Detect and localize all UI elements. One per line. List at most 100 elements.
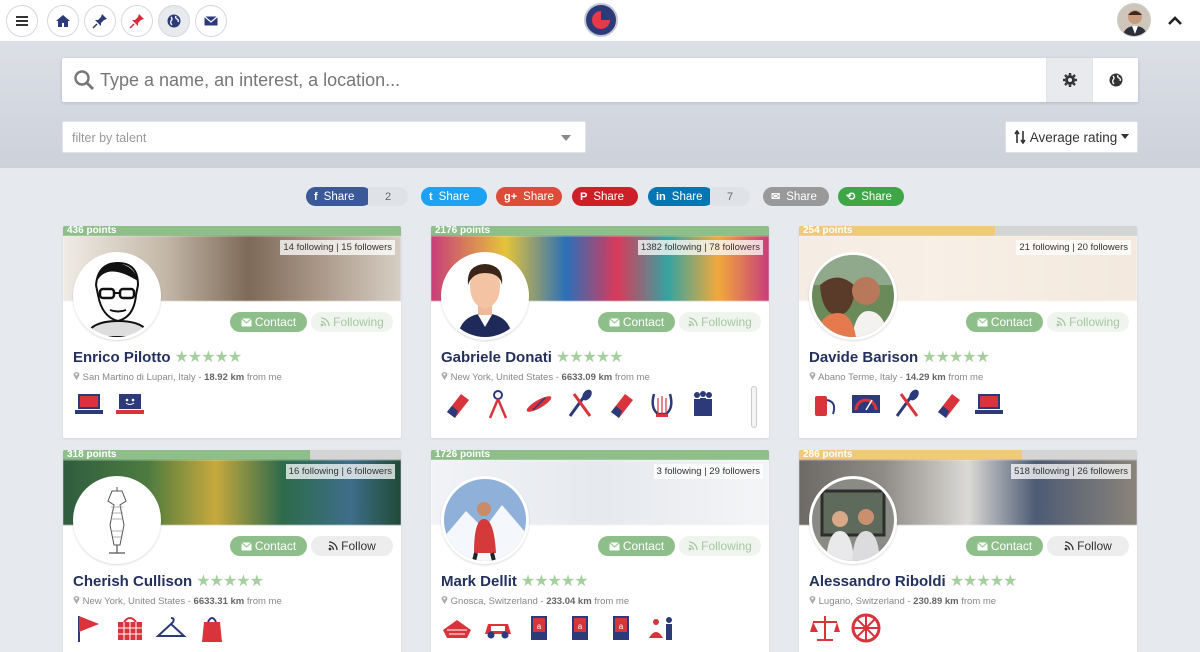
- pin-red-icon: [129, 14, 144, 29]
- home-button[interactable]: [47, 5, 79, 37]
- pinned-button[interactable]: [84, 5, 116, 37]
- twitter-icon: t: [429, 190, 433, 203]
- profile-name-row: Mark Dellit ★★★★★: [441, 571, 589, 591]
- points-progress-bar: 1726 points: [431, 450, 769, 460]
- location-distance: 230.89 km: [913, 596, 959, 607]
- meditation-icon: [646, 612, 678, 644]
- user-avatar-image: [1118, 4, 1150, 36]
- googleplus-icon: g+: [504, 190, 518, 203]
- chevron-up-icon[interactable]: [1166, 12, 1184, 30]
- pinned-red-button[interactable]: [121, 5, 153, 37]
- follow-stats[interactable]: 14 following | 15 followers: [280, 240, 395, 255]
- talent-list: aaa: [441, 612, 678, 644]
- map-marker-icon: [73, 596, 80, 604]
- eraser-icon: [605, 388, 637, 420]
- messages-button[interactable]: [195, 5, 227, 37]
- profile-name[interactable]: Cherish Cullison: [73, 573, 192, 590]
- share-linkedin-button[interactable]: in Share: [648, 187, 714, 206]
- bag-icon: [196, 612, 228, 644]
- location-place: Gnosca, Switzerland -: [450, 596, 547, 607]
- profile-location: Abano Terme, Italy - 14.29 km from me: [809, 371, 983, 383]
- rooftop-icon: [441, 612, 473, 644]
- share-linkedin-count: 7: [710, 187, 750, 206]
- user-avatar[interactable]: [1117, 3, 1151, 37]
- map-marker-icon: [809, 372, 816, 380]
- location-distance: 233.04 km: [546, 596, 592, 607]
- profile-card[interactable]: 318 points 16 following | 6 followers Co…: [63, 450, 401, 652]
- following-button[interactable]: Following: [311, 312, 393, 332]
- svg-text:a: a: [537, 622, 542, 631]
- rating-stars: ★★★★★: [922, 349, 990, 366]
- location-button[interactable]: [1092, 58, 1138, 102]
- search-input[interactable]: [100, 58, 1040, 102]
- profile-name[interactable]: Davide Barison: [809, 349, 918, 366]
- follow-stats[interactable]: 3 following | 29 followers: [653, 464, 763, 479]
- talent-scrollbar[interactable]: [751, 386, 757, 428]
- wheel-icon: [850, 612, 882, 644]
- profile-card[interactable]: 286 points 518 following | 26 followers …: [799, 450, 1137, 652]
- follow-button[interactable]: Follow: [311, 536, 393, 556]
- location-distance: 6633.31 km: [193, 596, 245, 607]
- contact-button[interactable]: Contact: [598, 536, 675, 556]
- menu-icon: [16, 16, 28, 26]
- profile-avatar[interactable]: [809, 476, 897, 564]
- follow-button[interactable]: Follow: [1047, 536, 1129, 556]
- share-twitter-label: Share: [438, 190, 470, 203]
- laptop-icon: [73, 388, 105, 420]
- envelope-icon: [608, 541, 620, 550]
- follow-stats[interactable]: 21 following | 20 followers: [1016, 240, 1131, 255]
- profile-card[interactable]: 254 points 21 following | 20 followers C…: [799, 226, 1137, 438]
- profile-avatar[interactable]: [809, 252, 897, 340]
- gauge-icon: [850, 388, 882, 420]
- profile-avatar[interactable]: [441, 252, 529, 340]
- contact-button[interactable]: Contact: [230, 536, 307, 556]
- rating-stars: ★★★★★: [174, 349, 243, 366]
- talent-filter-select[interactable]: filter by talent: [62, 121, 586, 153]
- contact-label: Contact: [990, 539, 1033, 553]
- following-button[interactable]: Following: [1047, 312, 1129, 332]
- share-facebook-button[interactable]: f Share: [306, 187, 372, 206]
- profile-name[interactable]: Enrico Pilotto: [73, 349, 171, 366]
- profile-avatar[interactable]: [73, 476, 161, 564]
- contact-button[interactable]: Contact: [966, 536, 1043, 556]
- follow-label: Following: [701, 315, 752, 329]
- envelope-icon: [608, 317, 620, 326]
- profile-card[interactable]: 436 points 14 following | 15 followers C…: [63, 226, 401, 438]
- contact-button[interactable]: Contact: [598, 312, 675, 332]
- share-googleplus-button[interactable]: g+ Share: [496, 187, 562, 206]
- profile-name[interactable]: Gabriele Donati: [441, 349, 552, 366]
- explore-button[interactable]: [158, 5, 190, 37]
- following-button[interactable]: Following: [679, 312, 761, 332]
- profile-avatar[interactable]: [73, 252, 161, 340]
- sort-dropdown-button[interactable]: Average rating: [1005, 121, 1138, 153]
- location-suffix: from me: [945, 372, 984, 383]
- profile-name-row: Davide Barison ★★★★★: [809, 347, 990, 367]
- points-label: 436 points: [67, 226, 117, 236]
- top-navbar: [0, 0, 1200, 42]
- follow-stats[interactable]: 518 following | 26 followers: [1011, 464, 1131, 479]
- contact-button[interactable]: Contact: [230, 312, 307, 332]
- share-email-button[interactable]: ✉ Share: [763, 187, 829, 206]
- location-suffix: from me: [591, 596, 630, 607]
- follow-label: Following: [333, 315, 384, 329]
- envelope-icon: [240, 541, 252, 550]
- share-googleplus-label: Share: [523, 190, 554, 203]
- share-sharethis-button[interactable]: ⟲ Share: [838, 187, 904, 206]
- profile-avatar[interactable]: [441, 476, 529, 564]
- profile-card[interactable]: 2176 points 1382 following | 78 follower…: [431, 226, 769, 438]
- follow-stats[interactable]: 1382 following | 78 followers: [637, 240, 763, 255]
- profile-name[interactable]: Alessandro Riboldi: [809, 573, 946, 590]
- talent-list: [73, 612, 228, 644]
- share-pinterest-button[interactable]: P Share: [572, 187, 638, 206]
- contact-button[interactable]: Contact: [966, 312, 1043, 332]
- profile-name[interactable]: Mark Dellit: [441, 573, 517, 590]
- app-logo[interactable]: [584, 3, 618, 37]
- menu-button[interactable]: [6, 5, 38, 37]
- follow-stats[interactable]: 16 following | 6 followers: [285, 464, 395, 479]
- following-button[interactable]: Following: [679, 536, 761, 556]
- share-twitter-button[interactable]: t Share: [421, 187, 487, 206]
- settings-button[interactable]: [1046, 58, 1092, 102]
- talent-filter-placeholder: filter by talent: [72, 131, 147, 145]
- profile-card[interactable]: 1726 points 3 following | 29 followers C…: [431, 450, 769, 652]
- location-distance: 6633.09 km: [561, 372, 613, 383]
